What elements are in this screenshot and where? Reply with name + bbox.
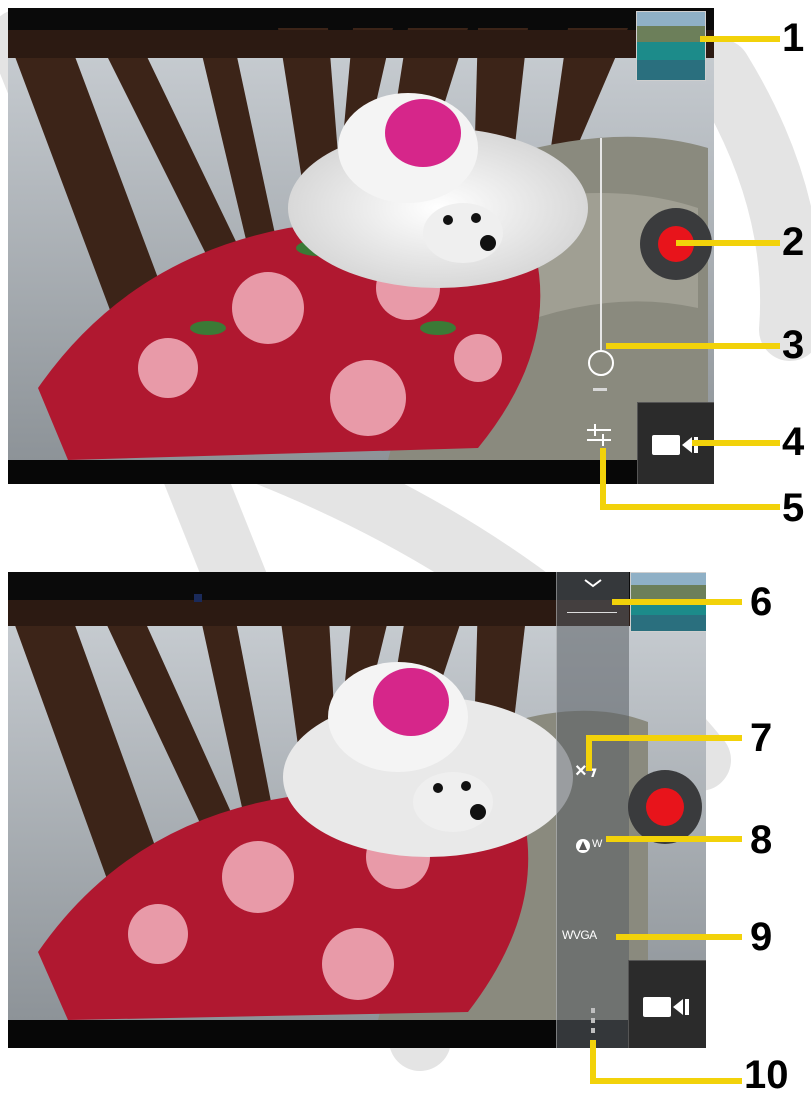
record-dot [646,788,684,826]
resolution-button[interactable]: WVGA [562,928,597,942]
callout-number-9: 9 [750,915,773,959]
callout-number-3: 3 [782,323,805,367]
zoom-track [600,138,602,350]
gallery-thumbnail[interactable] [636,11,706,81]
camera-switch-button[interactable] [628,960,706,1048]
callout-line-6 [612,599,742,605]
callout-line-7b [586,735,592,771]
zoom-handle[interactable] [588,350,614,376]
callout-line-4 [692,440,780,446]
viewfinder-screen-2: ×ϟ W WVGA [8,572,706,1048]
callout-line-9 [616,934,742,940]
white-balance-label: W [592,838,602,850]
callout-number-8: 8 [750,818,773,862]
callout-number-1: 1 [782,16,805,60]
callout-number-4: 4 [782,420,805,464]
zoom-out-icon[interactable] [593,388,607,391]
record-button[interactable] [628,770,702,844]
callout-number-5: 5 [782,486,805,530]
zoom-slider[interactable] [586,138,616,398]
gallery-thumbnail-icon [637,12,705,80]
chevron-down-icon[interactable] [581,576,605,592]
more-vertical-icon[interactable] [589,1006,597,1036]
video-camera-icon [643,997,689,1017]
callout-number-6: 6 [750,580,773,624]
callout-line-8 [606,836,742,842]
panel-divider [567,612,617,613]
settings-panel: ×ϟ W WVGA [556,572,629,1048]
white-balance-auto-icon [576,839,590,853]
callout-line-10b [590,1078,742,1084]
callout-number-7: 7 [750,716,773,760]
callout-line-3 [606,343,780,349]
callout-line-1 [700,36,780,42]
callout-line-2 [676,240,780,246]
callout-line-5a [600,448,606,510]
settings-sliders-icon[interactable] [584,420,614,450]
callout-number-10: 10 [744,1053,789,1097]
callout-line-7a [586,735,742,741]
callout-number-2: 2 [782,220,805,264]
viewfinder-screen-1 [8,8,714,484]
callout-line-5b [600,504,780,510]
